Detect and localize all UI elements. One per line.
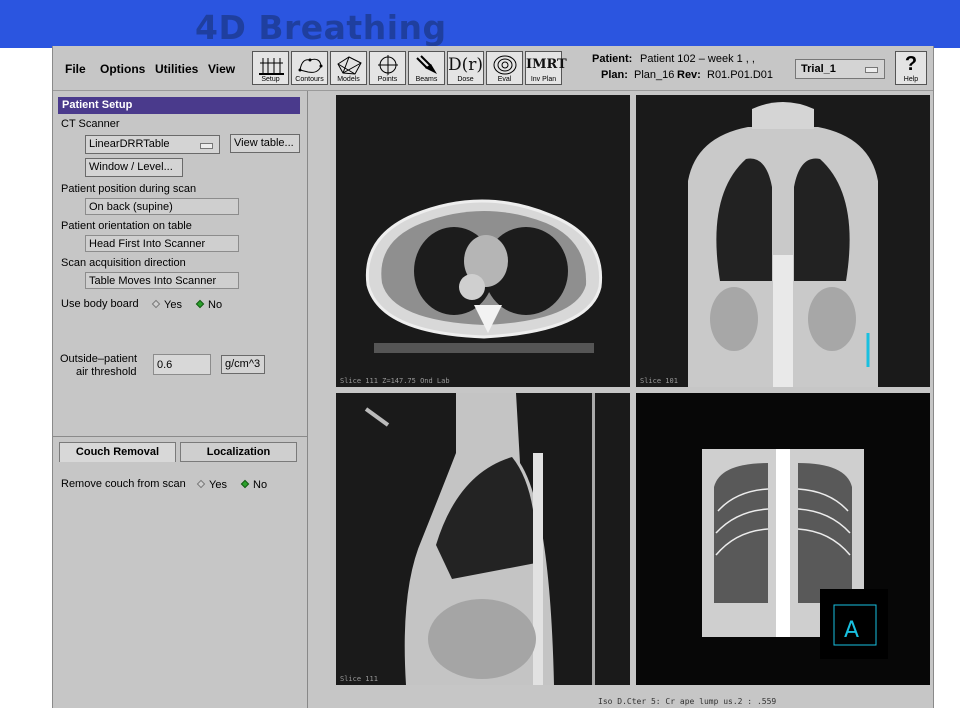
beams-tool-button[interactable]: Beams [408,51,445,85]
help-button[interactable]: ? Help [895,51,927,85]
setup-tool-button[interactable]: Setup [252,51,289,85]
patient-setup-panel: Patient Setup CT Scanner LinearDRRTable … [53,91,308,708]
tool-label: Beams [415,76,438,83]
svg-text:A: A [844,618,859,643]
dropdown-icon [865,67,878,73]
body-board-label: Use body board [61,298,139,310]
tool-label: Contours [295,76,324,83]
coronal-ct-image [636,95,930,387]
contours-icon [298,58,323,73]
patient-setup-header: Patient Setup [58,97,300,114]
patient-label: Patient: [592,53,633,65]
radio-on-icon [195,299,205,309]
trial-selected-value: Trial_1 [801,63,836,75]
rev-label: Rev: [677,69,701,81]
menu-view[interactable]: View [208,62,235,76]
air-unit-button[interactable]: g/cm^3 [221,355,265,374]
points-tool-button[interactable]: Points [369,51,406,85]
tool-label: Dose [457,76,474,83]
air-threshold-label-1: Outside–patient [60,353,138,365]
axial-ct-image [336,95,630,387]
body-board-yes-radio[interactable]: Yes [151,299,182,311]
tool-label: Points [377,76,398,83]
tool-label: Inv Plan [530,76,557,83]
section-divider [53,436,307,437]
sagittal-viewport[interactable]: Slice 111 [336,393,630,685]
eval-tool-button[interactable]: Eval [486,51,523,85]
remove-couch-label: Remove couch from scan [61,478,186,490]
dose-icon: D(r) [448,55,484,75]
points-icon [378,55,398,75]
patient-position-value: On back (supine) [85,198,239,215]
contours-tool-button[interactable]: Contours [291,51,328,85]
menu-options[interactable]: Options [100,62,145,76]
tool-label: Setup [261,76,280,83]
radio-off-icon [196,479,206,489]
help-icon: ? [904,53,918,75]
drr-chest-image: A [636,393,930,685]
radio-label: No [253,479,268,491]
viewport-caption: Slice 101 [640,377,678,385]
window-level-button[interactable]: Window / Level... [85,158,183,177]
radio-label: Yes [164,299,182,311]
remove-couch-yes-radio[interactable]: Yes [196,479,227,491]
beams-icon [416,55,437,74]
planning-app-window: File Options Utilities View Setup Contou… [52,46,934,708]
scan-direction-value: Table Moves Into Scanner [85,272,239,289]
coronal-viewport[interactable]: Slice 101 [636,95,930,387]
plan-label: Plan: [601,69,628,81]
help-label: Help [903,76,919,83]
radio-off-icon [151,299,161,309]
ct-scanner-value: LinearDRRTable [89,138,170,150]
air-threshold-input[interactable]: 0.6 [153,354,211,375]
patient-value: Patient 102 – week 1 , , [640,53,755,65]
drr-viewport[interactable]: A [636,393,930,685]
tab-couch-removal[interactable]: Couch Removal [59,442,176,462]
trial-select[interactable]: Trial_1 [795,59,885,79]
dropdown-icon [200,143,213,149]
view-table-button[interactable]: View table... [230,134,300,153]
inv-plan-tool-button[interactable]: IMRT Inv Plan [525,51,567,85]
slide-title: 4D Breathing [195,8,447,47]
radio-on-icon [240,479,250,489]
models-icon [337,56,362,75]
menu-toolbar: File Options Utilities View Setup Contou… [53,46,933,91]
menu-utilities[interactable]: Utilities [155,62,198,76]
plan-value: Plan_16 [634,69,675,81]
patient-orientation-label: Patient orientation on table [61,220,192,232]
viewport-caption: Slice 111 Z=147.75 Ond Lab [340,377,450,385]
scan-direction-label: Scan acquisition direction [61,257,186,269]
imrt-icon: IMRT [526,57,567,72]
air-threshold-label-2: air threshold [76,366,137,378]
sagittal-ct-image [336,393,630,685]
viewport-caption: Slice 111 [340,675,378,683]
radio-label: No [208,299,223,311]
tool-label: Models [337,76,360,83]
patient-orientation-value: Head First Into Scanner [85,235,239,252]
patient-position-label: Patient position during scan [61,183,197,195]
rev-value: R01.P01.D01 [707,69,774,81]
remove-couch-no-radio[interactable]: No [240,479,268,491]
image-viewer: Slice 111 Z=147.75 Ond Lab Slice 101 Sli… [308,91,933,708]
tool-label: Eval [497,76,512,83]
ct-scanner-select[interactable]: LinearDRRTable [85,135,220,154]
tab-localization[interactable]: Localization [180,442,297,462]
menu-file[interactable]: File [65,62,86,76]
setup-icon [259,58,284,75]
body-board-no-radio[interactable]: No [195,299,223,311]
viewer-footer-text: Iso D.Cter 5: Cr ape lump us.2 : .559 [598,697,777,706]
eval-icon [493,55,517,75]
dose-tool-button[interactable]: D(r) Dose [447,51,484,85]
air-threshold-value: 0.6 [157,359,173,371]
radio-label: Yes [209,479,227,491]
slide-banner [0,0,960,48]
axial-viewport[interactable]: Slice 111 Z=147.75 Ond Lab [336,95,630,387]
ct-scanner-label: CT Scanner [61,118,120,130]
models-tool-button[interactable]: Models [330,51,367,85]
